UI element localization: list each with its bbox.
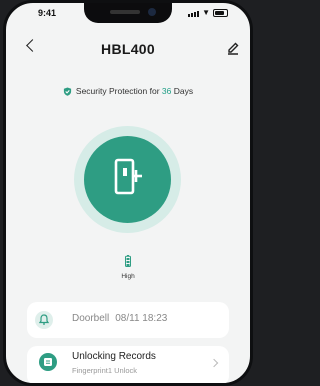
wifi-icon: ▼ (202, 8, 210, 17)
chevron-right-icon[interactable] (209, 358, 219, 368)
doorbell-text: Doorbell 08/11 18:23 (72, 313, 167, 324)
security-protection: Security Protection for 36 Days (6, 86, 250, 96)
battery-icon (125, 255, 131, 267)
doorbell-card[interactable]: Doorbell 08/11 18:23 (27, 302, 229, 338)
edit-icon[interactable] (226, 41, 240, 55)
security-prefix: Security Protection for (75, 86, 162, 96)
shield-check-icon (63, 86, 72, 96)
signal-icon (188, 11, 200, 17)
battery-level: High (6, 255, 250, 280)
doorbell-datetime: 08/11 18:23 (115, 313, 168, 324)
status-icons: ▼ (188, 9, 228, 17)
bell-icon (39, 314, 49, 325)
security-suffix: Days (171, 86, 194, 96)
page-title: HBL400 (101, 41, 155, 57)
battery-status-icon (213, 9, 228, 17)
unlocking-records-card[interactable]: Unlocking Records Fingerprint1 Unlock (27, 346, 229, 383)
phone-screen: 9:41 ▼ HBL400 Security Protection for 36… (3, 0, 253, 386)
records-icon (44, 358, 52, 366)
speaker (110, 10, 140, 14)
security-days: 36 (161, 86, 172, 96)
camera (148, 8, 156, 16)
unlock-button[interactable] (84, 136, 171, 223)
records-title: Unlocking Records (72, 351, 156, 362)
doorbell-label: Doorbell (72, 313, 110, 324)
records-subtitle: Fingerprint1 Unlock (72, 366, 138, 375)
door-unlock-icon (114, 158, 142, 195)
status-time: 9:41 (38, 8, 57, 18)
battery-label: High (121, 273, 135, 280)
bell-icon-wrap (35, 311, 53, 329)
records-icon-wrap (39, 353, 57, 371)
notch (84, 3, 172, 23)
